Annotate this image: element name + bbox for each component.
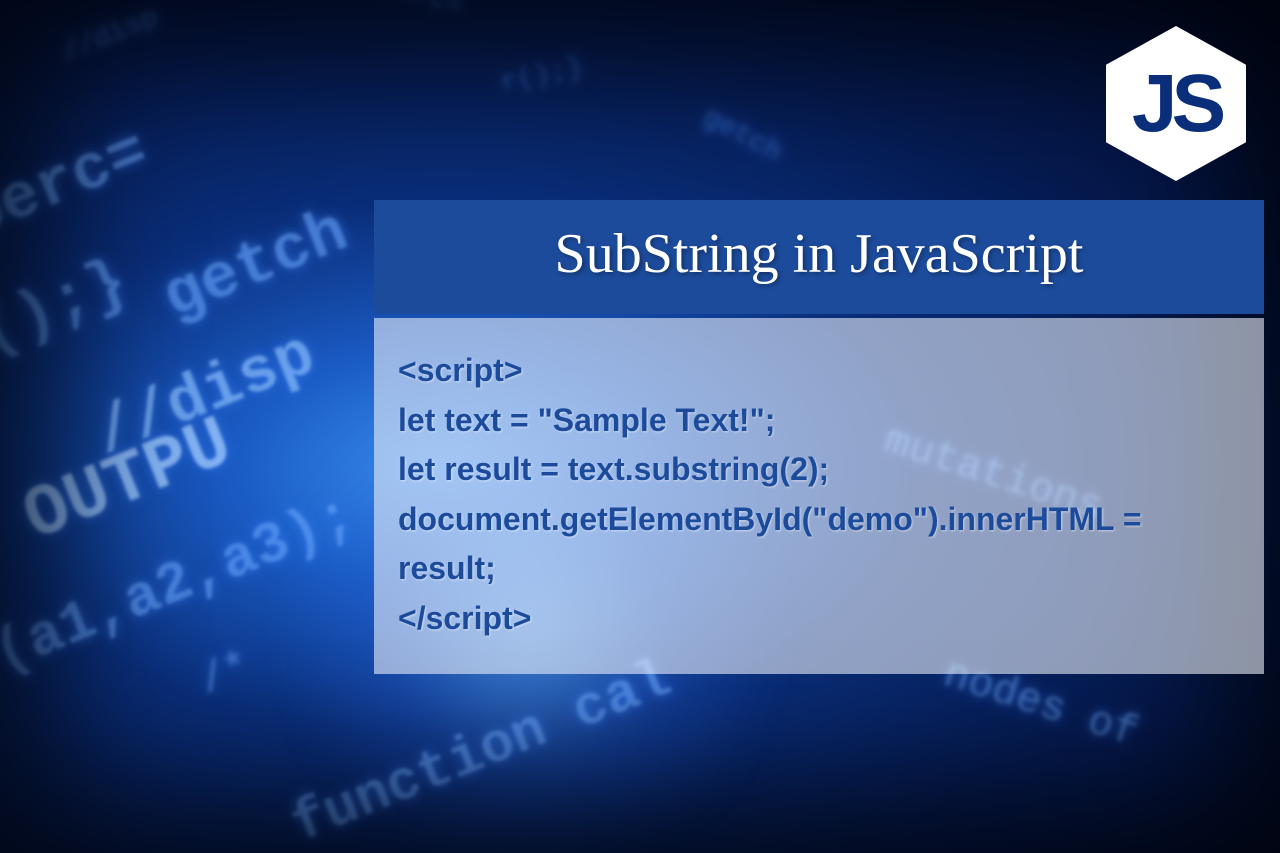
bg-code-text: getch (154, 197, 359, 336)
bg-code-text: r();} (0, 247, 139, 386)
code-line-2: let text = "Sample Text!"; (398, 396, 1240, 446)
logo-text: JS (1132, 63, 1220, 145)
code-panel: <script> let text = "Sample Text!"; let … (374, 318, 1264, 674)
bg-code-text: getch (698, 102, 787, 169)
code-line-1: <script> (398, 346, 1240, 396)
bg-code-text: perc= (377, 0, 466, 23)
code-line-5: </script> (398, 594, 1240, 644)
code-line-4: document.getElementById("demo").innerHTM… (398, 495, 1240, 594)
hexagon-icon: JS (1106, 26, 1246, 181)
bg-code-text: /* (193, 642, 258, 705)
code-line-3: let result = text.substring(2); (398, 445, 1240, 495)
bg-code-text: r();} (498, 52, 587, 100)
page-title: SubString in JavaScript (404, 222, 1234, 286)
bg-code-text: OUTPU (13, 403, 244, 560)
bg-code-text: perc= (0, 117, 159, 256)
js-logo: JS (1106, 26, 1246, 181)
title-bar: SubString in JavaScript (374, 200, 1264, 314)
bg-code-text: //disp (58, 2, 163, 69)
